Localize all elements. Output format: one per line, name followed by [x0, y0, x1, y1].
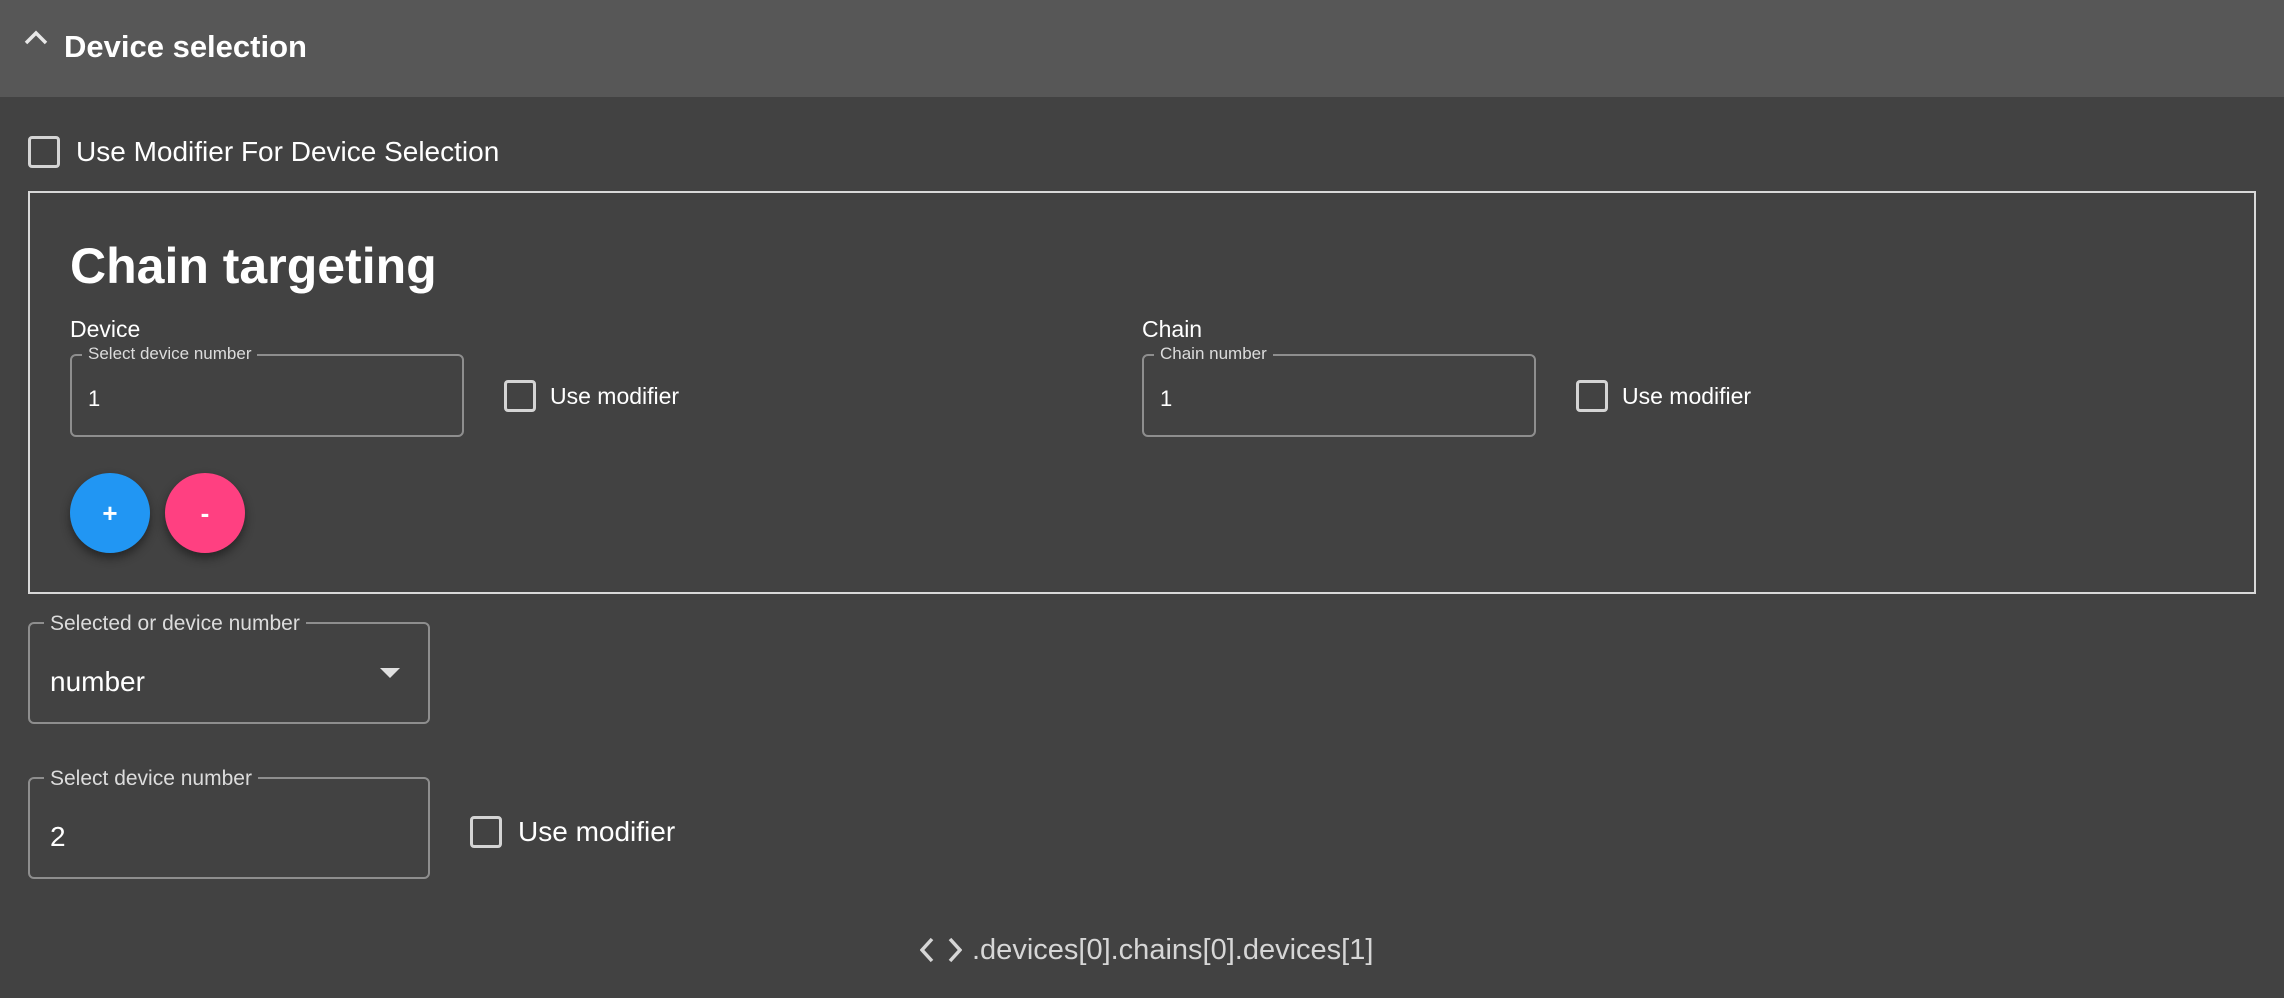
selected-or-device-select-value[interactable]: number	[50, 666, 145, 698]
remove-button[interactable]: -	[165, 473, 245, 553]
path-text: .devices[0].chains[0].devices[1]	[972, 933, 1374, 966]
use-modifier-device-selection-checkbox[interactable]	[28, 136, 60, 168]
chain-label: Chain	[1142, 316, 1203, 342]
chain-number-value[interactable]: 1	[1160, 386, 1172, 412]
chain-number-field[interactable]: Chain number 1	[1142, 344, 1536, 437]
chain-use-modifier-checkbox[interactable]	[1576, 380, 1608, 412]
device-number-field[interactable]: Select device number 1	[70, 344, 464, 437]
section-header[interactable]: Device selection	[0, 0, 2284, 97]
device-number-use-modifier-checkbox[interactable]	[470, 816, 502, 848]
device-number-use-modifier-label: Use modifier	[518, 816, 676, 847]
selected-or-device-select-label: Selected or device number	[44, 612, 306, 636]
device-label: Device	[70, 316, 141, 342]
chain-targeting-heading: Chain targeting	[70, 238, 437, 294]
chevron-up-icon[interactable]	[23, 27, 49, 47]
select-device-number-field-label: Select device number	[44, 767, 258, 791]
chain-number-field-label: Chain number	[1154, 344, 1273, 364]
selected-or-device-select[interactable]: Selected or device number number	[28, 612, 430, 724]
use-modifier-device-selection-label: Use Modifier For Device Selection	[76, 136, 500, 167]
device-use-modifier-checkbox[interactable]	[504, 380, 536, 412]
device-use-modifier-label: Use modifier	[550, 383, 680, 409]
path-breadcrumb: .devices[0].chains[0].devices[1]	[920, 930, 1373, 970]
select-device-number-value[interactable]: 2	[50, 821, 66, 853]
caret-down-icon[interactable]	[380, 668, 400, 678]
select-device-number-field[interactable]: Select device number 2	[28, 767, 430, 879]
device-number-field-label: Select device number	[82, 344, 258, 364]
chain-targeting-panel: Chain targeting Device Select device num…	[28, 191, 2256, 594]
section-title: Device selection	[64, 29, 307, 64]
add-button[interactable]: +	[70, 473, 150, 553]
chain-use-modifier-label: Use modifier	[1622, 383, 1752, 409]
code-icon	[920, 937, 962, 963]
device-number-value[interactable]: 1	[88, 386, 100, 412]
